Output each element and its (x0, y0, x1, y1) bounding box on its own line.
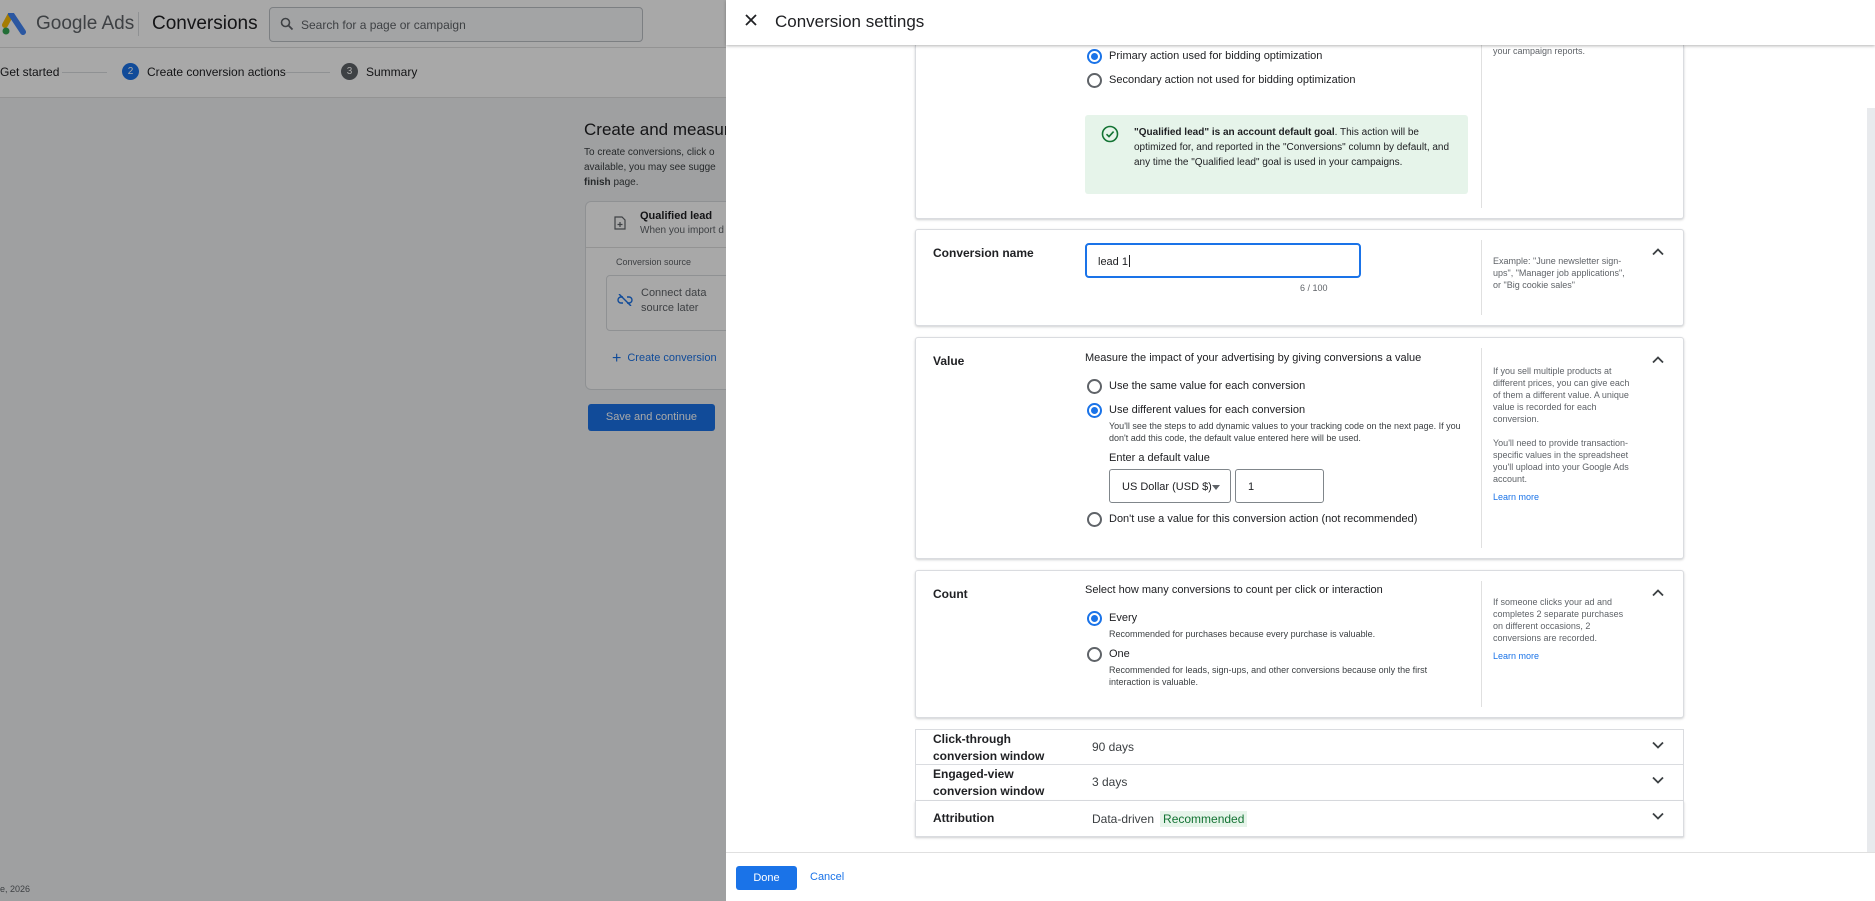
text-caret (1128, 255, 1130, 267)
chevron-up-icon[interactable] (1651, 247, 1665, 256)
chevron-up-icon[interactable] (1651, 588, 1665, 597)
chevron-down-icon[interactable] (1651, 812, 1665, 821)
done-button[interactable]: Done (736, 866, 797, 890)
click-through-window-row[interactable]: Click-through conversion window 90 days (915, 729, 1684, 765)
default-goal-notice-text: "Qualified lead" is an account default g… (1134, 125, 1454, 170)
panel-footer: Done Cancel (726, 852, 1875, 901)
count-one-description: Recommended for leads, sign-ups, and oth… (1109, 665, 1428, 687)
chevron-down-icon[interactable] (1651, 741, 1665, 750)
character-counter: 6 / 100 (1300, 283, 1328, 293)
divider (1481, 348, 1482, 548)
primary-action-radio[interactable] (1087, 49, 1102, 64)
close-icon[interactable] (744, 13, 758, 27)
recommended-badge: Recommended (1160, 811, 1248, 827)
chevron-down-icon[interactable] (1651, 776, 1665, 785)
value-label: Value (933, 354, 965, 368)
same-value-radio[interactable] (1087, 379, 1102, 394)
count-help: If someone clicks your ad and completes … (1493, 596, 1633, 662)
different-values-radio[interactable] (1087, 403, 1102, 418)
different-values-label: Use different values for each conversion (1109, 404, 1306, 416)
scrollbar[interactable] (1867, 108, 1875, 852)
chevron-up-icon[interactable] (1651, 355, 1665, 364)
count-help-text: If someone clicks your ad and completes … (1493, 597, 1624, 643)
cancel-button[interactable]: Cancel (810, 871, 844, 883)
conversion-name-value: lead 1 (1098, 255, 1130, 268)
conversion-name-input[interactable]: lead 1 (1085, 243, 1361, 278)
same-value-label: Use the same value for each conversion (1109, 380, 1306, 392)
attribution-value: Data-driven Recommended (1092, 811, 1248, 827)
attribution-row[interactable]: Attribution Data-driven Recommended (915, 801, 1684, 837)
conversion-name-help: Example: "June newsletter sign-ups", "Ma… (1493, 256, 1625, 290)
different-values-description: You'll see the steps to add dynamic valu… (1109, 421, 1461, 443)
no-value-radio[interactable] (1087, 512, 1102, 527)
attribution-model: Data-driven (1092, 812, 1155, 826)
engaged-view-window-value: 3 days (1092, 775, 1128, 789)
count-description: Select how many conversions to count per… (1085, 584, 1383, 596)
count-one-radio[interactable] (1087, 647, 1102, 662)
click-through-window-label: Click-through conversion window (933, 732, 1045, 763)
value-help-text-2: You'll need to provide transaction-speci… (1493, 438, 1629, 484)
value-help: If you sell multiple products at differe… (1493, 365, 1633, 503)
engaged-view-window-row[interactable]: Engaged-view conversion window 3 days (915, 765, 1684, 801)
default-value-input[interactable]: 1 (1235, 469, 1324, 503)
count-one-label: One (1109, 648, 1130, 660)
goal-help-text: your campaign reports. (1493, 46, 1586, 56)
learn-more-link[interactable]: Learn more (1493, 650, 1633, 662)
conversion-name-text: lead 1 (1098, 256, 1128, 268)
currency-select[interactable]: US Dollar (USD $) (1109, 469, 1231, 503)
count-every-label: Every (1109, 612, 1138, 624)
value-card: Value If you sell multiple products at d… (915, 337, 1684, 559)
secondary-action-label: Secondary action not used for bidding op… (1109, 74, 1356, 86)
notice-bold: "Qualified lead" is an account default g… (1134, 127, 1335, 138)
dropdown-arrow-icon (1212, 485, 1220, 490)
default-value-label: Enter a default value (1109, 452, 1210, 464)
default-goal-notice: "Qualified lead" is an account default g… (1085, 115, 1468, 194)
divider (1481, 581, 1482, 707)
click-through-window-value: 90 days (1092, 740, 1135, 754)
primary-action-label: Primary action used for bidding optimiza… (1109, 50, 1323, 62)
count-label: Count (933, 587, 968, 601)
currency-value: US Dollar (USD $) (1122, 481, 1212, 493)
count-every-radio[interactable] (1087, 611, 1102, 626)
engaged-view-window-label: Engaged-view conversion window (933, 767, 1045, 798)
attribution-label: Attribution (933, 811, 995, 825)
divider (1481, 45, 1482, 208)
panel-title: Conversion settings (775, 12, 925, 31)
learn-more-link[interactable]: Learn more (1493, 491, 1633, 503)
conversion-name-label: Conversion name (933, 246, 1034, 260)
default-value-amount: 1 (1248, 481, 1255, 493)
count-every-description: Recommended for purchases because every … (1109, 629, 1376, 639)
divider (1481, 240, 1482, 315)
no-value-label: Don't use a value for this conversion ac… (1109, 513, 1418, 525)
panel-header: Conversion settings (726, 0, 1875, 45)
value-help-text-1: If you sell multiple products at differe… (1493, 366, 1630, 424)
value-description: Measure the impact of your advertising b… (1085, 352, 1422, 364)
secondary-action-radio[interactable] (1087, 73, 1102, 88)
check-circle-icon (1101, 125, 1119, 143)
